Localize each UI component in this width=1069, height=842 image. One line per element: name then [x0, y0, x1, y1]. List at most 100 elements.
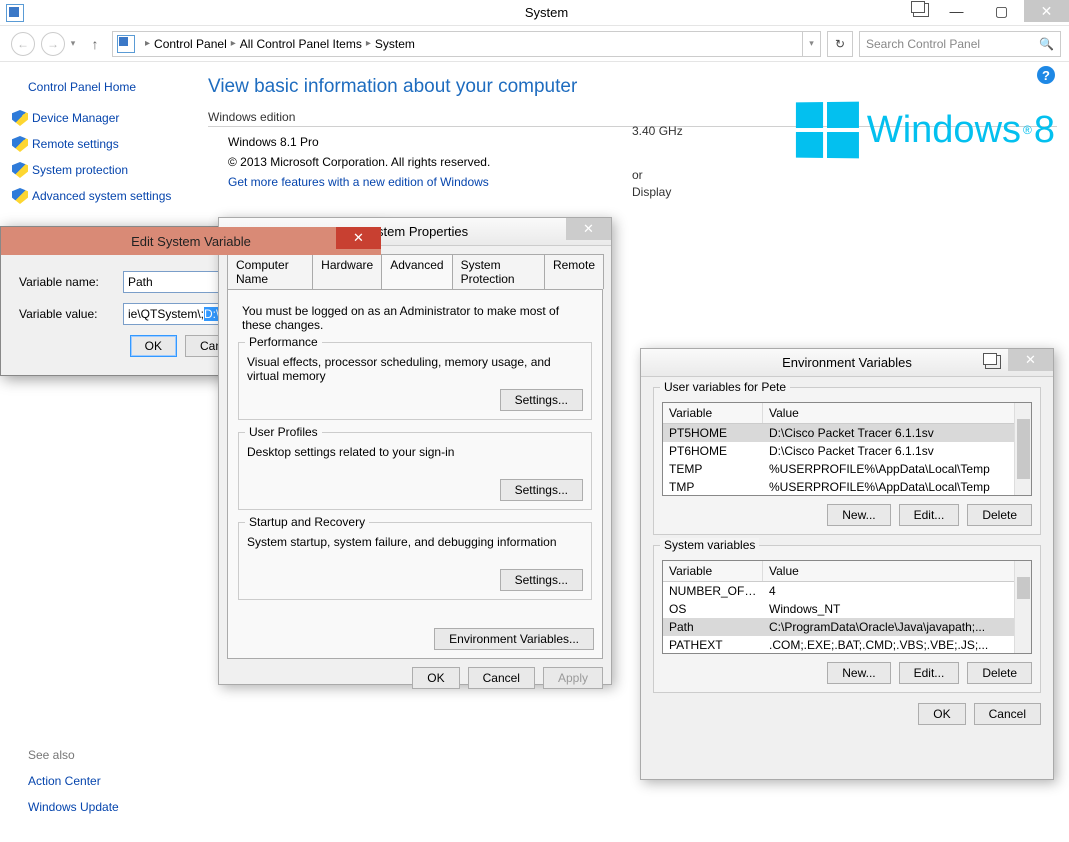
table-row[interactable]: PATHEXT.COM;.EXE;.BAT;.CMD;.VBS;.VBE;.JS…	[663, 636, 1031, 654]
new-sys-var-button[interactable]: New...	[827, 662, 890, 684]
cancel-button[interactable]: Cancel	[468, 667, 535, 689]
close-button[interactable]: ✕	[336, 227, 381, 249]
tab-computer-name[interactable]: Computer Name	[227, 254, 313, 289]
partial-system-specs: 3.40 GHz or Display	[632, 124, 683, 202]
sidebar-item-device-manager[interactable]: Device Manager	[12, 110, 188, 126]
section-title: User variables for Pete	[660, 380, 790, 394]
tab-strip: Computer Name Hardware Advanced System P…	[227, 254, 603, 289]
control-panel-home-link[interactable]: Control Panel Home	[28, 80, 188, 94]
group-desc: System startup, system failure, and debu…	[247, 535, 583, 549]
breadcrumb-dropdown[interactable]: ▾	[802, 32, 820, 56]
column-variable[interactable]: Variable	[663, 561, 763, 581]
ok-button[interactable]: OK	[130, 335, 177, 357]
user-variables-table[interactable]: Variable Value PT5HOMED:\Cisco Packet Tr…	[662, 402, 1032, 496]
help-icon[interactable]: ?	[1037, 66, 1055, 84]
table-row[interactable]: NUMBER_OF_P...4	[663, 582, 1031, 600]
delete-user-var-button[interactable]: Delete	[967, 504, 1032, 526]
environment-variables-button[interactable]: Environment Variables...	[434, 628, 594, 650]
sidebar-item-advanced-system-settings[interactable]: Advanced system settings	[12, 188, 188, 204]
window-titlebar: System — ▢ ✕	[0, 0, 1069, 26]
table-row[interactable]: TEMP%USERPROFILE%\AppData\Local\Temp	[663, 460, 1031, 478]
sidebar-item-label: Remote settings	[32, 137, 119, 151]
sidebar-item-remote-settings[interactable]: Remote settings	[12, 136, 188, 152]
variable-name-label: Variable name:	[19, 275, 123, 289]
ok-button[interactable]: OK	[918, 703, 965, 725]
close-button[interactable]: ✕	[1024, 0, 1069, 22]
new-user-var-button[interactable]: New...	[827, 504, 890, 526]
table-row[interactable]: PathC:\ProgramData\Oracle\Java\javapath;…	[663, 618, 1031, 636]
cancel-button[interactable]: Cancel	[974, 703, 1041, 725]
breadcrumb-control-panel[interactable]: Control Panel	[154, 37, 227, 51]
registered-mark: ®	[1023, 123, 1032, 137]
breadcrumb[interactable]: ▸ Control Panel ▸ All Control Panel Item…	[112, 31, 821, 57]
refresh-button[interactable]: ↻	[827, 31, 853, 57]
system-icon-small	[117, 35, 135, 53]
close-button[interactable]: ✕	[1008, 349, 1053, 371]
system-variables-table[interactable]: Variable Value NUMBER_OF_P...4 OSWindows…	[662, 560, 1032, 654]
page-title: View basic information about your comput…	[208, 76, 1057, 98]
windows-tiles-icon	[796, 102, 859, 159]
minimize-button[interactable]: —	[934, 0, 979, 22]
column-variable[interactable]: Variable	[663, 403, 763, 423]
admin-note: You must be logged on as an Administrato…	[242, 304, 588, 332]
apply-button[interactable]: Apply	[543, 667, 603, 689]
chevron-right-icon: ▸	[145, 38, 150, 49]
group-title: Startup and Recovery	[245, 515, 369, 529]
edit-sys-var-button[interactable]: Edit...	[899, 662, 960, 684]
startup-recovery-settings-button[interactable]: Settings...	[500, 569, 583, 591]
tab-remote[interactable]: Remote	[544, 254, 604, 289]
sidebar-item-label: System protection	[32, 163, 128, 177]
performance-group: Performance Visual effects, processor sc…	[238, 342, 592, 420]
edit-user-var-button[interactable]: Edit...	[899, 504, 960, 526]
breadcrumb-all-items[interactable]: All Control Panel Items	[240, 37, 362, 51]
scrollbar[interactable]	[1014, 403, 1031, 495]
group-desc: Desktop settings related to your sign-in	[247, 445, 583, 459]
tab-hardware[interactable]: Hardware	[312, 254, 382, 289]
scrollbar[interactable]	[1014, 561, 1031, 653]
sidebar-item-label: Advanced system settings	[32, 189, 171, 203]
forward-button[interactable]: →	[41, 32, 65, 56]
restore-window-icon[interactable]	[985, 355, 1001, 372]
up-button[interactable]: ↑	[84, 33, 106, 55]
action-center-link[interactable]: Action Center	[28, 774, 119, 788]
dialog-title-text: Environment Variables	[782, 355, 912, 370]
user-variables-section: User variables for Pete Variable Value P…	[653, 387, 1041, 535]
user-profiles-settings-button[interactable]: Settings...	[500, 479, 583, 501]
search-input[interactable]: Search Control Panel 🔍	[859, 31, 1061, 57]
chevron-right-icon: ▸	[231, 38, 236, 49]
shield-icon	[12, 162, 28, 178]
breadcrumb-system[interactable]: System	[375, 37, 415, 51]
delete-sys-var-button[interactable]: Delete	[967, 662, 1032, 684]
restore-window-icon[interactable]	[913, 3, 929, 20]
sidebar-item-system-protection[interactable]: System protection	[12, 162, 188, 178]
variable-value-label: Variable value:	[19, 307, 123, 321]
table-row[interactable]: TMP%USERPROFILE%\AppData\Local\Temp	[663, 478, 1031, 496]
group-desc: Visual effects, processor scheduling, me…	[247, 355, 583, 383]
explorer-navbar: ← → ▾ ↑ ▸ Control Panel ▸ All Control Pa…	[0, 26, 1069, 62]
back-button[interactable]: ←	[11, 32, 35, 56]
search-icon: 🔍	[1039, 37, 1054, 51]
side-panel: Control Panel Home Device Manager Remote…	[0, 62, 200, 226]
ok-button[interactable]: OK	[412, 667, 459, 689]
tab-advanced[interactable]: Advanced	[381, 254, 452, 289]
group-title: User Profiles	[245, 425, 322, 439]
table-row[interactable]: OSWindows_NT	[663, 600, 1031, 618]
dialog-titlebar[interactable]: Edit System Variable ✕	[1, 227, 381, 255]
table-row[interactable]: PT6HOMED:\Cisco Packet Tracer 6.1.1sv	[663, 442, 1031, 460]
history-dropdown[interactable]: ▾	[68, 32, 78, 56]
see-also-label: See also	[28, 748, 119, 762]
windows-version-number: 8	[1034, 109, 1055, 152]
windows-update-link[interactable]: Windows Update	[28, 800, 119, 814]
column-value[interactable]: Value	[763, 403, 1031, 423]
maximize-button[interactable]: ▢	[979, 0, 1024, 22]
close-button[interactable]: ✕	[566, 218, 611, 240]
chevron-right-icon: ▸	[366, 38, 371, 49]
column-value[interactable]: Value	[763, 561, 1031, 581]
windows-logo: Windows ® 8	[795, 102, 1055, 158]
system-variables-section: System variables Variable Value NUMBER_O…	[653, 545, 1041, 693]
table-row[interactable]: PT5HOMED:\Cisco Packet Tracer 6.1.1sv	[663, 424, 1031, 442]
tab-system-protection[interactable]: System Protection	[452, 254, 545, 289]
shield-icon	[12, 188, 28, 204]
dialog-titlebar[interactable]: Environment Variables ✕	[641, 349, 1053, 377]
performance-settings-button[interactable]: Settings...	[500, 389, 583, 411]
